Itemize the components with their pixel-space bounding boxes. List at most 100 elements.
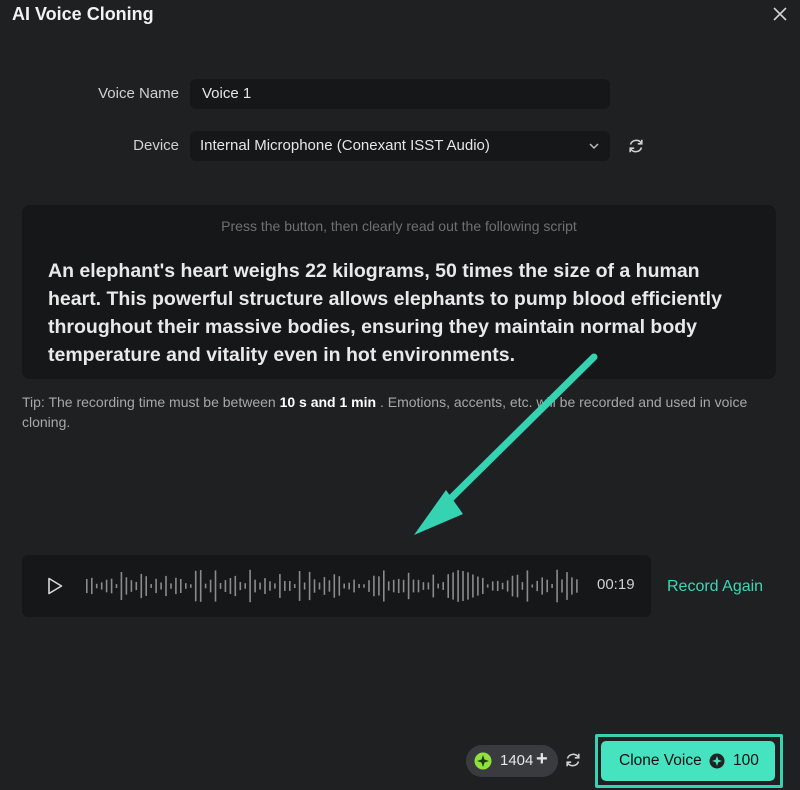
waveform-bar: [412, 579, 415, 593]
waveform-bar: [160, 582, 162, 590]
waveform-bar: [561, 579, 563, 593]
waveform-bar: [422, 582, 425, 590]
recording-tip: Tip: The recording time must be between …: [22, 392, 782, 432]
waveform[interactable]: [84, 567, 579, 605]
waveform-bar: [328, 580, 331, 592]
waveform-bar: [566, 572, 568, 600]
clone-voice-label: Clone Voice: [619, 752, 702, 769]
waveform-bar: [165, 575, 167, 597]
waveform-bar: [140, 573, 143, 599]
waveform-bar: [486, 584, 489, 588]
waveform-bar: [120, 572, 123, 600]
voice-name-label: Voice Name: [98, 85, 179, 102]
waveform-bar: [427, 582, 430, 590]
voice-name-value: Voice 1: [202, 85, 252, 102]
credit-coin-icon: [709, 753, 725, 769]
waveform-bar: [556, 569, 558, 603]
waveform-bar: [402, 579, 405, 593]
waveform-bar: [516, 574, 519, 598]
waveform-bar: [378, 576, 380, 596]
waveform-bar: [457, 570, 459, 602]
duration: 00:19: [597, 576, 635, 593]
waveform-bar: [224, 580, 227, 592]
waveform-bar: [313, 579, 316, 593]
clone-voice-button[interactable]: Clone Voice 100: [601, 741, 775, 781]
waveform-bar: [190, 584, 192, 588]
close-icon[interactable]: [772, 6, 788, 22]
waveform-bar: [214, 570, 217, 602]
credits-badge[interactable]: 1404 +: [466, 745, 558, 777]
refresh-icon[interactable]: [564, 751, 582, 769]
waveform-bar: [249, 569, 251, 603]
waveform-bar: [531, 584, 534, 588]
waveform-bar: [363, 584, 365, 588]
waveform-bar: [387, 581, 390, 591]
waveform-bar: [571, 577, 573, 595]
tip-highlight: 10 s and 1 min: [279, 394, 377, 410]
waveform-bar: [303, 582, 306, 590]
waveform-bar: [100, 582, 103, 590]
waveform-bar: [199, 570, 202, 602]
waveform-bar: [91, 577, 93, 595]
waveform-bar: [308, 571, 311, 601]
waveform-bar: [318, 582, 321, 590]
clone-cost: 100: [733, 752, 759, 769]
waveform-bar: [259, 582, 261, 590]
voice-name-input[interactable]: Voice 1: [190, 79, 610, 109]
waveform-bar: [274, 583, 276, 589]
waveform-bar: [482, 577, 484, 594]
waveform-bar: [175, 577, 177, 595]
waveform-bar: [521, 582, 524, 590]
waveform-bar: [462, 571, 464, 601]
waveform-bar: [348, 582, 350, 590]
refresh-icon[interactable]: [627, 137, 645, 155]
waveform-bar: [358, 584, 360, 588]
script-hint: Press the button, then clearly read out …: [221, 218, 577, 234]
waveform-bar: [501, 582, 504, 590]
waveform-bar: [279, 574, 281, 598]
waveform-bar: [506, 580, 509, 592]
waveform-bar: [289, 581, 291, 591]
waveform-bar: [383, 570, 385, 602]
waveform-bar: [293, 584, 296, 588]
waveform-bar: [125, 577, 128, 595]
credit-count: 1404: [500, 752, 534, 769]
waveform-bar: [417, 579, 420, 593]
waveform-bar: [511, 575, 514, 597]
waveform-bar: [239, 582, 242, 591]
waveform-bar: [219, 583, 222, 589]
waveform-bar: [392, 579, 395, 593]
waveform-bar: [170, 583, 172, 589]
waveform-bar: [115, 584, 118, 588]
waveform-bar: [373, 575, 375, 597]
record-again-button[interactable]: Record Again: [667, 578, 763, 596]
waveform-bar: [343, 583, 345, 589]
waveform-bar: [576, 579, 578, 593]
device-select[interactable]: Internal Microphone (Conexant ISST Audio…: [190, 131, 610, 161]
waveform-bar: [145, 576, 147, 596]
waveform-bar: [95, 583, 98, 589]
waveform-bar: [447, 574, 449, 598]
waveform-bar: [194, 570, 197, 602]
waveform-bar: [110, 578, 113, 594]
device-label: Device: [133, 137, 179, 154]
waveform-bar: [467, 572, 469, 600]
add-credits-button[interactable]: +: [536, 748, 548, 771]
waveform-bar: [333, 574, 336, 598]
waveform-bar: [180, 579, 182, 593]
waveform-bar: [284, 581, 286, 591]
waveform-bar: [323, 577, 326, 595]
play-icon[interactable]: [46, 577, 64, 595]
dialog-title: AI Voice Cloning: [12, 4, 154, 24]
waveform-bar: [442, 582, 444, 590]
waveform-bar: [86, 579, 88, 594]
waveform-bar: [105, 579, 108, 593]
credit-coin-icon: [474, 752, 492, 770]
waveform-bar: [472, 574, 474, 598]
waveform-bar: [368, 580, 370, 592]
waveform-bar: [150, 584, 152, 588]
waveform-bar: [437, 583, 439, 589]
waveform-bar: [338, 576, 341, 596]
waveform-bar: [185, 583, 187, 589]
waveform-bar: [269, 581, 271, 591]
